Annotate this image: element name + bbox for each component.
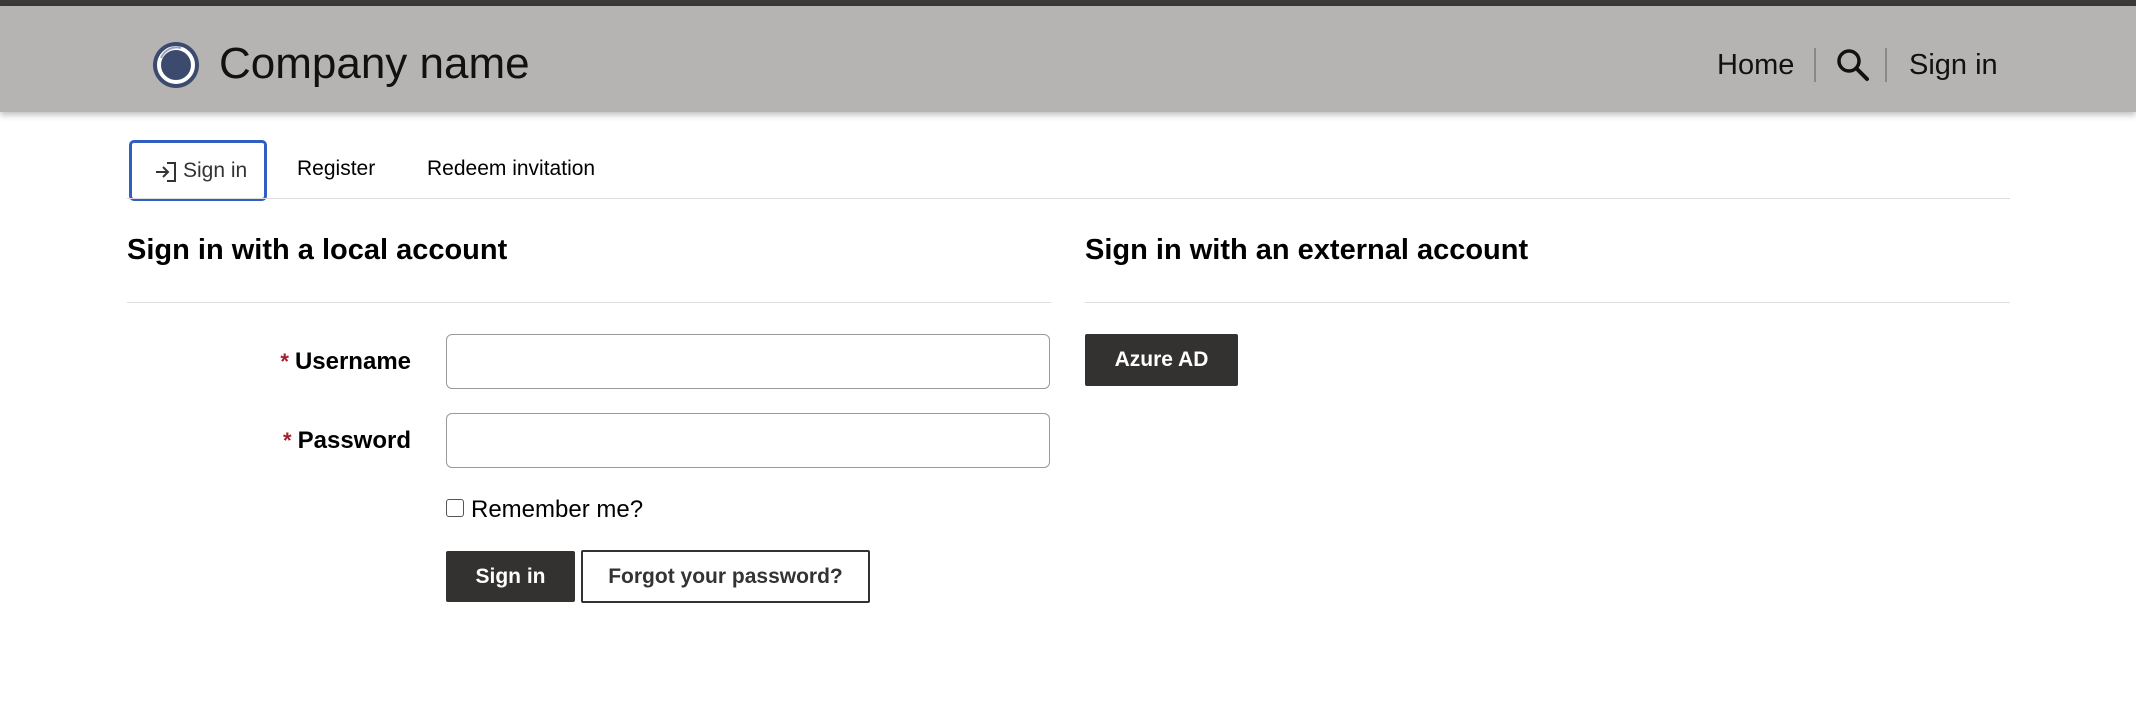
tabs-divider bbox=[127, 198, 2010, 199]
remember-me-checkbox[interactable] bbox=[446, 499, 464, 517]
nav-sign-in-link[interactable]: Sign in bbox=[1909, 46, 1998, 84]
forgot-password-button[interactable]: Forgot your password? bbox=[581, 550, 870, 603]
nav-separator bbox=[1885, 48, 1887, 82]
username-label-text: Username bbox=[294, 348, 411, 375]
tab-redeem-invitation[interactable]: Redeem invitation bbox=[427, 140, 595, 198]
password-label: * Password bbox=[211, 425, 411, 457]
site-header: Company name Home Sign in bbox=[0, 6, 2136, 112]
section-divider bbox=[127, 302, 1051, 303]
company-logo[interactable] bbox=[151, 40, 201, 90]
password-label-text: Password bbox=[297, 427, 411, 454]
required-marker: * bbox=[283, 428, 292, 453]
username-field[interactable] bbox=[446, 334, 1050, 389]
remember-me-label[interactable]: Remember me? bbox=[471, 494, 643, 526]
nav-separator bbox=[1814, 48, 1816, 82]
azure-ad-button[interactable]: Azure AD bbox=[1085, 334, 1238, 386]
username-label: * Username bbox=[211, 346, 411, 378]
local-account-title: Sign in with a local account bbox=[127, 234, 508, 266]
password-field[interactable] bbox=[446, 413, 1050, 468]
tab-register[interactable]: Register bbox=[297, 140, 375, 198]
sign-in-icon bbox=[156, 162, 176, 182]
sign-in-button[interactable]: Sign in bbox=[446, 551, 575, 602]
external-account-title: Sign in with an external account bbox=[1085, 234, 1529, 266]
section-divider bbox=[1085, 302, 2010, 303]
required-marker: * bbox=[280, 349, 289, 374]
search-icon[interactable] bbox=[1836, 48, 1870, 82]
tab-sign-in[interactable]: Sign in bbox=[129, 140, 267, 201]
nav-home-link[interactable]: Home bbox=[1717, 46, 1794, 84]
tab-label: Sign in bbox=[183, 159, 248, 182]
brand-name[interactable]: Company name bbox=[219, 36, 530, 92]
